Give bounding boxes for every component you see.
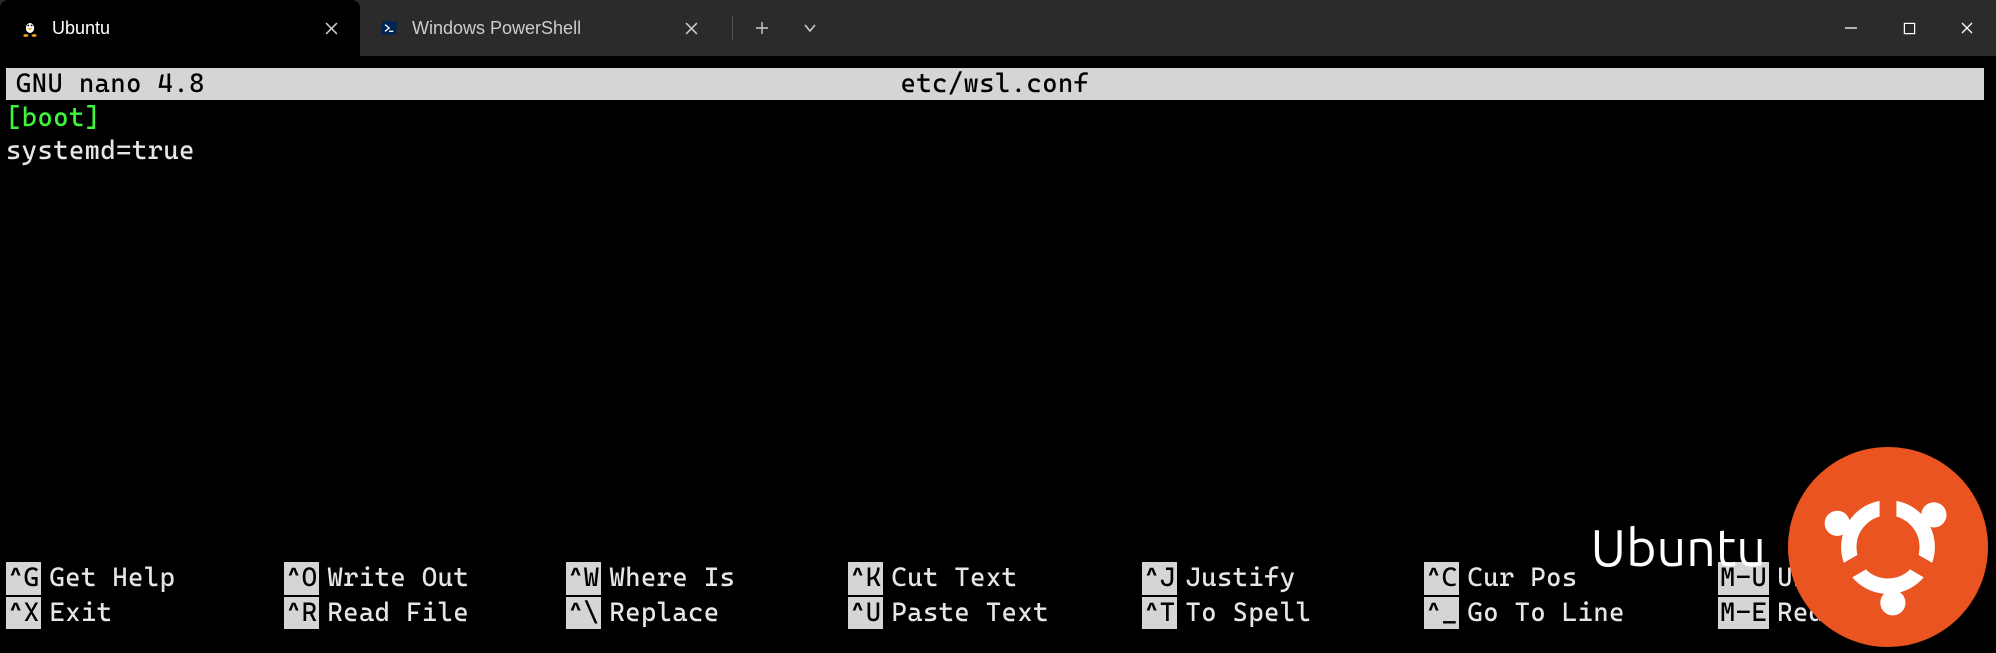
nano-shortcut-bar: ^GGet Help ^OWrite Out ^WWhere Is ^KCut … xyxy=(6,560,1984,629)
editor-line: systemd=true xyxy=(6,135,1990,168)
nano-body[interactable]: [boot] systemd=true xyxy=(0,100,1996,169)
tab-dropdown-button[interactable] xyxy=(787,10,833,46)
shortcut-paste-text: ^UPaste Text xyxy=(848,597,1132,630)
editor-line: [boot] xyxy=(6,102,1990,135)
shortcut-exit: ^XExit xyxy=(6,597,274,630)
shortcut-go-to-line: ^_Go To Line xyxy=(1424,597,1708,630)
shortcut-replace: ^\Replace xyxy=(566,597,838,630)
tab-actions xyxy=(720,0,833,56)
maximize-button[interactable] xyxy=(1880,4,1938,52)
shortcut-redo: M-ERedo xyxy=(1718,597,1918,630)
shortcut-cut-text: ^KCut Text xyxy=(848,562,1132,595)
minimize-button[interactable] xyxy=(1822,4,1880,52)
divider xyxy=(732,16,733,40)
shortcut-justify: ^JJustify xyxy=(1142,562,1414,595)
powershell-icon xyxy=(380,18,400,38)
new-tab-button[interactable] xyxy=(739,10,785,46)
shortcut-write-out: ^OWrite Out xyxy=(284,562,556,595)
tab-ubuntu[interactable]: Ubuntu xyxy=(0,0,360,56)
close-icon[interactable] xyxy=(318,15,344,41)
tab-title: Windows PowerShell xyxy=(412,18,666,39)
shortcut-undo: M-UUndo xyxy=(1718,562,1918,595)
tux-icon xyxy=(20,18,40,38)
shortcut-where-is: ^WWhere Is xyxy=(566,562,838,595)
nano-file-path: etc/wsl.conf xyxy=(799,68,1191,101)
tab-title: Ubuntu xyxy=(52,18,306,39)
close-window-button[interactable] xyxy=(1938,4,1996,52)
nano-header: GNU nano 4.8 etc/wsl.conf xyxy=(6,68,1984,100)
shortcut-get-help: ^GGet Help xyxy=(6,562,274,595)
shortcut-row: ^XExit ^RRead File ^\Replace ^UPaste Tex… xyxy=(6,597,1984,630)
shortcut-row: ^GGet Help ^OWrite Out ^WWhere Is ^KCut … xyxy=(6,562,1984,595)
close-icon[interactable] xyxy=(678,15,704,41)
titlebar: Ubuntu Windows PowerShell xyxy=(0,0,1996,56)
window-controls xyxy=(1822,0,1996,56)
shortcut-read-file: ^RRead File xyxy=(284,597,556,630)
tab-powershell[interactable]: Windows PowerShell xyxy=(360,0,720,56)
shortcut-cur-pos: ^CCur Pos xyxy=(1424,562,1708,595)
nano-app-name: GNU nano 4.8 xyxy=(16,68,799,101)
shortcut-to-spell: ^TTo Spell xyxy=(1142,597,1414,630)
terminal[interactable]: GNU nano 4.8 etc/wsl.conf [boot] systemd… xyxy=(0,56,1996,653)
